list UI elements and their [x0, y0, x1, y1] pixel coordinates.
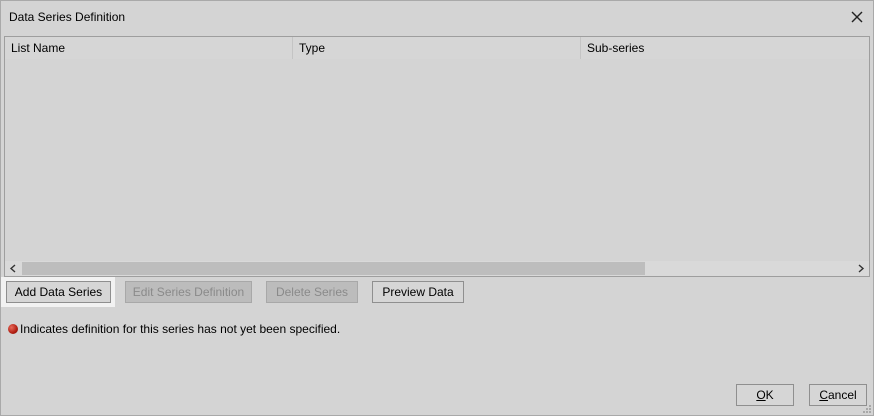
- close-button[interactable]: [847, 7, 867, 27]
- scroll-thumb[interactable]: [22, 262, 645, 275]
- cancel-mnemonic: C: [819, 388, 828, 402]
- scroll-right-button[interactable]: [853, 261, 869, 276]
- table-header: List Name Type Sub-series: [5, 37, 869, 59]
- legend-row: Indicates definition for this series has…: [8, 322, 340, 336]
- data-series-definition-dialog: Data Series Definition List Name Type Su…: [0, 0, 874, 416]
- column-header-sub-series[interactable]: Sub-series: [581, 37, 869, 59]
- legend-text: Indicates definition for this series has…: [20, 322, 341, 336]
- horizontal-scrollbar[interactable]: [5, 261, 869, 276]
- chevron-right-icon: [858, 264, 865, 273]
- edit-series-definition-button[interactable]: Edit Series Definition: [125, 281, 252, 303]
- column-header-list-name[interactable]: List Name: [5, 37, 293, 59]
- series-table[interactable]: List Name Type Sub-series: [4, 36, 870, 277]
- cancel-button[interactable]: Cancel: [809, 384, 867, 406]
- ok-mnemonic: O: [756, 388, 766, 402]
- add-data-series-button[interactable]: Add Data Series: [6, 281, 111, 303]
- column-header-type[interactable]: Type: [293, 37, 581, 59]
- delete-series-button[interactable]: Delete Series: [266, 281, 358, 303]
- resize-grip-icon[interactable]: [862, 404, 872, 414]
- title-bar: Data Series Definition: [1, 1, 873, 33]
- chevron-left-icon: [9, 264, 16, 273]
- ok-label-rest: K: [765, 388, 774, 402]
- table-body[interactable]: [5, 59, 869, 261]
- preview-data-button[interactable]: Preview Data: [372, 281, 464, 303]
- close-icon: [851, 11, 863, 23]
- dialog-title: Data Series Definition: [9, 10, 126, 24]
- ok-button[interactable]: OK: [736, 384, 794, 406]
- scroll-left-button[interactable]: [5, 261, 21, 276]
- red-dot-icon: [8, 324, 18, 334]
- cancel-label-rest: ancel: [827, 388, 857, 402]
